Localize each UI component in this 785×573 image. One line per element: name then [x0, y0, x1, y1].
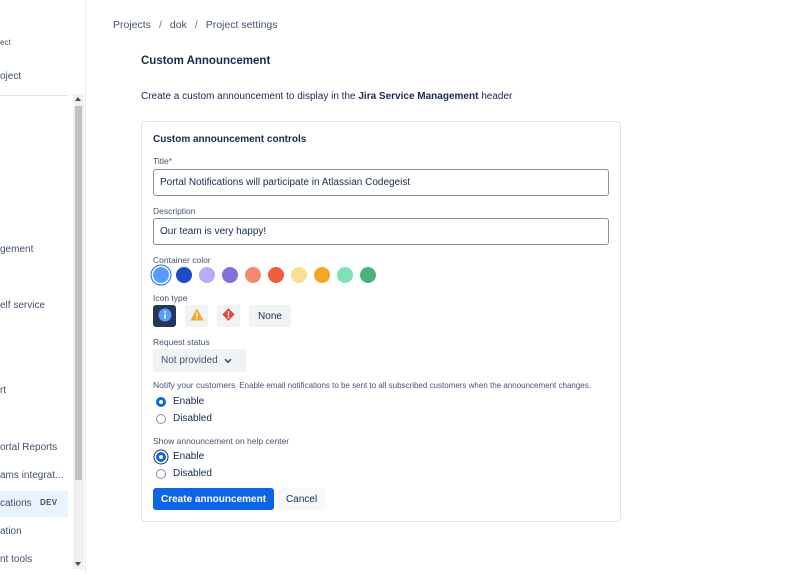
- icon-type-info-button[interactable]: [153, 305, 176, 327]
- sidebar-item-label[interactable]: rt: [0, 385, 6, 396]
- notify-customers-row: Notify your customers Enable email notifi…: [153, 380, 591, 390]
- color-swatch[interactable]: [268, 267, 284, 283]
- color-swatch[interactable]: [176, 267, 192, 283]
- request-status-select[interactable]: Not provided: [153, 349, 246, 372]
- title-label-text: Title: [153, 156, 169, 166]
- icon-type-label: Icon type: [153, 293, 188, 303]
- show-enable-label: Enable: [173, 451, 205, 462]
- sidebar-item-label[interactable]: ect: [0, 38, 11, 47]
- description-label: Description: [153, 206, 196, 216]
- notify-disabled-option[interactable]: Disabled: [156, 413, 212, 424]
- show-disabled-option[interactable]: Disabled: [156, 468, 212, 479]
- breadcrumb-projects[interactable]: Projects: [113, 19, 151, 31]
- sidebar-divider: [0, 95, 68, 96]
- show-enable-radio[interactable]: [156, 451, 166, 462]
- request-status-value: Not provided: [161, 355, 218, 366]
- color-swatch[interactable]: [360, 267, 376, 283]
- sidebar-scrollbar[interactable]: [73, 94, 84, 569]
- sidebar-item-label[interactable]: ams integrat...: [0, 470, 63, 481]
- scroll-up-arrow-icon[interactable]: [75, 97, 81, 101]
- page-intro: Create a custom announcement to display …: [141, 91, 512, 102]
- description-value: Our team is very happy!: [160, 226, 267, 237]
- sidebar-item-label[interactable]: nt tools: [0, 554, 32, 565]
- request-status-label: Request status: [153, 337, 210, 347]
- color-swatch[interactable]: [199, 267, 215, 283]
- color-swatch[interactable]: [337, 267, 353, 283]
- color-swatch[interactable]: [222, 267, 238, 283]
- intro-suffix: header: [478, 91, 513, 102]
- breadcrumb-separator: /: [158, 19, 162, 31]
- page-title: Custom Announcement: [141, 55, 271, 67]
- color-swatch[interactable]: [153, 267, 169, 283]
- info-icon: [158, 308, 172, 325]
- sidebar-item-label[interactable]: oject: [0, 71, 21, 82]
- card-title: Custom announcement controls: [153, 134, 307, 145]
- sidebar-item-label[interactable]: ortal Reports: [0, 442, 57, 453]
- color-swatch[interactable]: [291, 267, 307, 283]
- sidebar-item-label[interactable]: cations: [0, 498, 32, 509]
- notify-enable-label: Enable: [173, 396, 205, 407]
- scroll-thumb[interactable]: [75, 106, 82, 480]
- warning-icon: [190, 308, 204, 324]
- notify-disabled-label: Disabled: [173, 413, 212, 424]
- notify-customers-label: Notify your customers: [153, 380, 236, 390]
- color-swatch[interactable]: [245, 267, 261, 283]
- error-icon: [222, 308, 235, 324]
- breadcrumb: Projects / dok / Project settings: [113, 19, 278, 31]
- sidebar-item-label[interactable]: gement: [0, 244, 33, 255]
- notify-enable-radio[interactable]: [156, 396, 166, 407]
- color-swatches: [153, 267, 376, 283]
- intro-prefix: Create a custom announcement to display …: [141, 91, 359, 102]
- breadcrumb-separator: /: [194, 19, 198, 31]
- icon-type-error-button[interactable]: [217, 305, 240, 327]
- icon-type-group: None: [153, 305, 291, 327]
- create-announcement-button[interactable]: Create announcement: [153, 488, 275, 510]
- dev-badge: DEV: [40, 498, 58, 507]
- icon-type-none-button[interactable]: None: [249, 305, 291, 327]
- sidebar-item-label[interactable]: ation: [0, 526, 22, 537]
- color-swatch[interactable]: [314, 267, 330, 283]
- form-actions: Create announcement Cancel: [153, 488, 326, 510]
- required-marker: *: [168, 156, 173, 166]
- container-color-label: Container color: [153, 255, 211, 265]
- title-value: Portal Notifications will participate in…: [160, 177, 411, 188]
- breadcrumb-project-settings[interactable]: Project settings: [206, 19, 278, 31]
- cancel-button[interactable]: Cancel: [278, 488, 326, 510]
- chevron-down-icon: [224, 356, 232, 366]
- title-label: Title*: [153, 156, 172, 166]
- announcement-controls-card: Custom announcement controls Title* Port…: [141, 121, 621, 522]
- title-field[interactable]: Portal Notifications will participate in…: [153, 169, 609, 196]
- show-disabled-label: Disabled: [173, 468, 212, 479]
- sidebar-item-label[interactable]: elf service: [0, 300, 45, 311]
- icon-type-warning-button[interactable]: [185, 305, 208, 327]
- notify-disabled-radio[interactable]: [156, 413, 166, 424]
- description-field[interactable]: Our team is very happy!: [153, 218, 609, 245]
- intro-product-name: Jira Service Management: [358, 91, 479, 102]
- show-disabled-radio[interactable]: [156, 468, 166, 479]
- breadcrumb-project[interactable]: dok: [170, 19, 187, 31]
- notify-enable-option[interactable]: Enable: [156, 396, 204, 407]
- show-on-help-center-label: Show announcement on help center: [153, 436, 290, 446]
- sidebar: ect oject gement elf service rt ortal Re…: [0, 0, 86, 573]
- show-enable-option[interactable]: Enable: [156, 451, 204, 462]
- scroll-down-arrow-icon[interactable]: [75, 562, 81, 566]
- notify-customers-hint: Enable email notifications to be sent to…: [239, 381, 591, 390]
